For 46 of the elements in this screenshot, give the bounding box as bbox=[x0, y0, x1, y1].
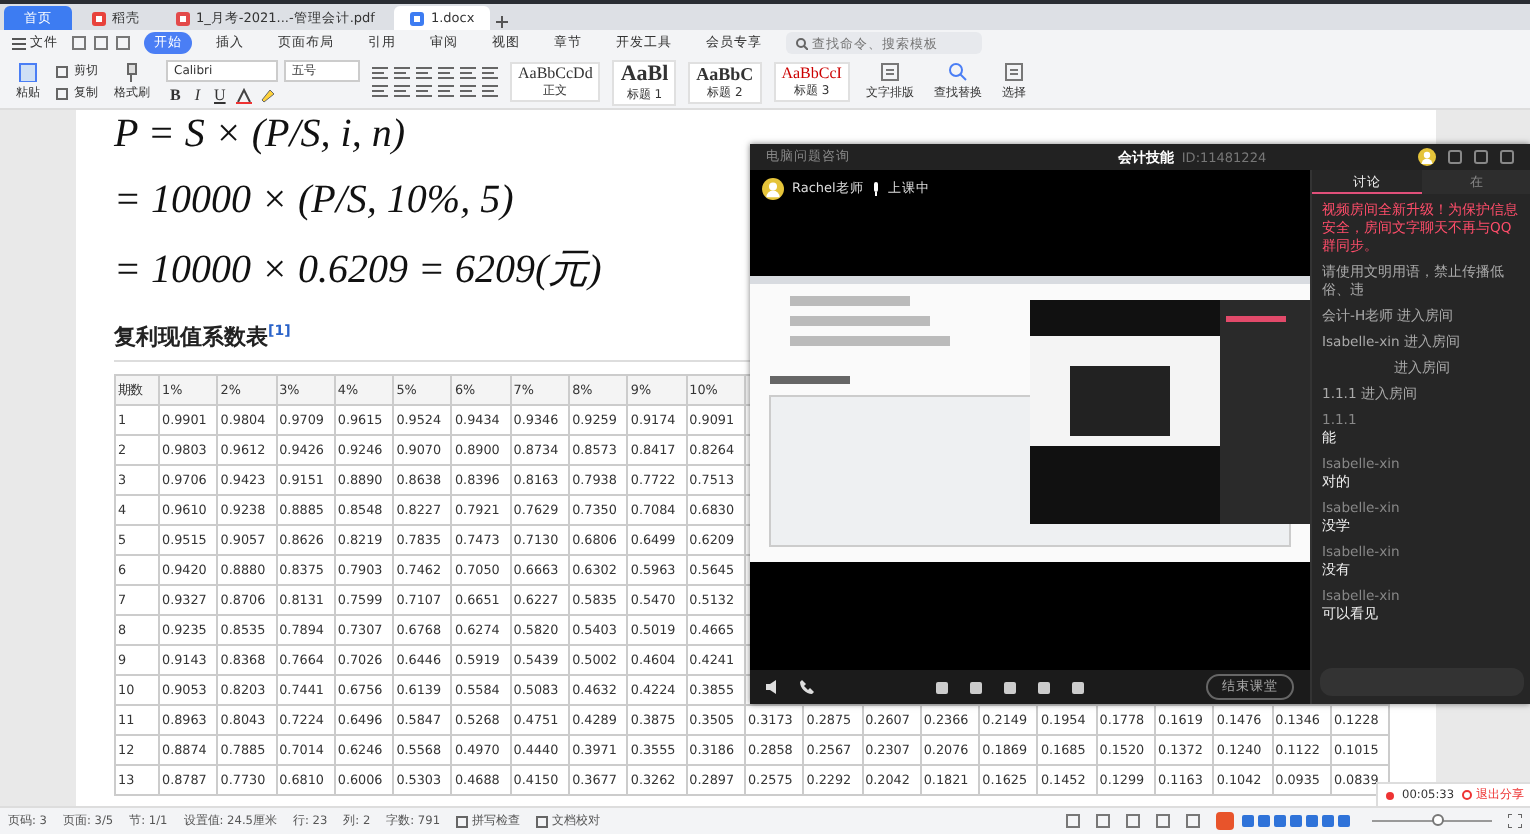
new-tab-icon[interactable] bbox=[494, 14, 511, 30]
avatar-icon bbox=[762, 177, 784, 199]
search-icon bbox=[947, 62, 968, 82]
align-icon[interactable] bbox=[482, 84, 498, 98]
format-button[interactable]: I bbox=[190, 86, 205, 104]
style-preview: AaBl bbox=[620, 61, 669, 85]
list-icon[interactable] bbox=[460, 66, 476, 80]
text-layout-icon bbox=[879, 62, 900, 82]
align-icon[interactable] bbox=[372, 84, 388, 98]
search-icon bbox=[796, 37, 808, 49]
format-button[interactable]: U bbox=[210, 86, 230, 104]
list-icon[interactable] bbox=[372, 66, 388, 80]
section-heading: 复利现值系数表$^{[1]}$ bbox=[114, 322, 291, 352]
list-icon[interactable] bbox=[482, 66, 498, 80]
list-icon[interactable] bbox=[416, 66, 432, 80]
align-icon[interactable] bbox=[416, 84, 432, 98]
fullscreen-icon[interactable] bbox=[1508, 814, 1522, 828]
speaker-icon[interactable] bbox=[766, 680, 782, 694]
document-icon bbox=[410, 11, 425, 25]
style-preview: AaBbC bbox=[696, 63, 754, 83]
align-icon[interactable] bbox=[460, 84, 476, 98]
checkbox-icon bbox=[456, 815, 469, 827]
ime-toolbar-drawing bbox=[1216, 812, 1356, 830]
slider-thumb[interactable] bbox=[1432, 814, 1444, 826]
align-icon[interactable] bbox=[438, 84, 454, 98]
highlight-icon[interactable] bbox=[257, 87, 274, 103]
text-layout-icon bbox=[1003, 62, 1024, 82]
phone-icon[interactable] bbox=[800, 680, 814, 694]
align-icon[interactable] bbox=[394, 84, 410, 98]
formula-line: = 10000 × 0.6209 = 6209(元) bbox=[114, 246, 602, 296]
power-icon bbox=[1462, 790, 1473, 800]
recording-dot-icon bbox=[1386, 791, 1394, 799]
formula-line: = 10000 × (P/S, 10%, 5) bbox=[114, 176, 514, 226]
pdf-icon bbox=[176, 11, 190, 25]
checkbox-icon bbox=[536, 815, 549, 827]
style-preview: AaBbCcDd bbox=[518, 64, 593, 82]
list-icon[interactable] bbox=[394, 66, 410, 80]
font-color-icon[interactable] bbox=[235, 87, 252, 103]
list-icon[interactable] bbox=[438, 66, 454, 80]
app-icon bbox=[92, 11, 106, 25]
style-preview: AaBbCcI bbox=[781, 64, 842, 82]
avatar-icon bbox=[1418, 148, 1436, 166]
brush-icon bbox=[124, 62, 140, 82]
format-button[interactable]: B bbox=[166, 86, 185, 104]
formula-line: P = S × (P/S, i, n) bbox=[114, 110, 405, 160]
clipboard-icon bbox=[18, 62, 38, 82]
